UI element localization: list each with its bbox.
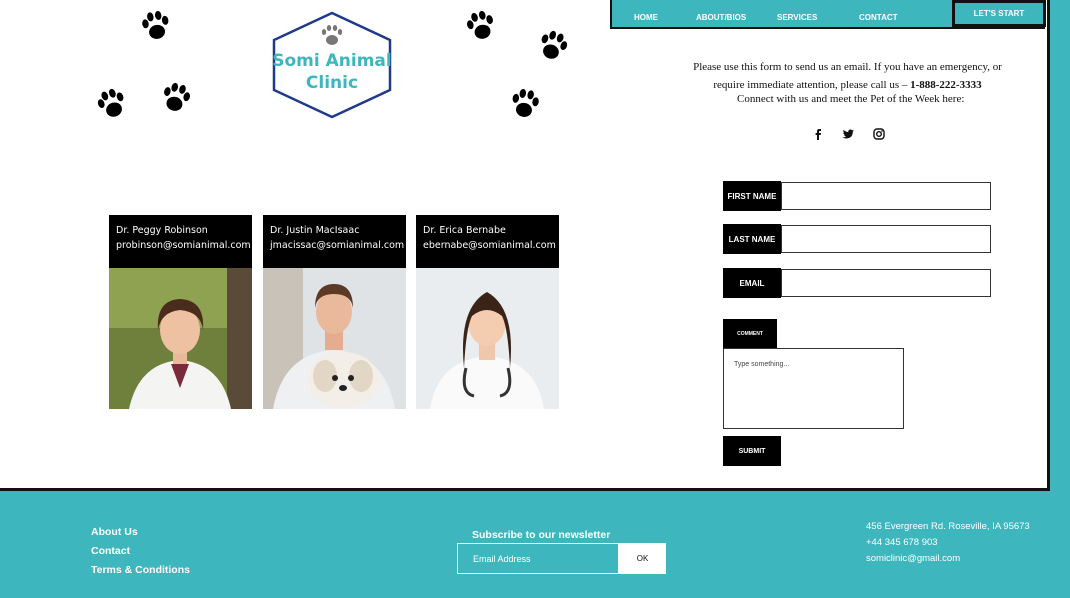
comment-textarea[interactable]: Type something...	[723, 348, 904, 429]
newsletter-ok-button[interactable]: OK	[619, 543, 666, 574]
logo-line-2: Clinic	[305, 73, 359, 93]
doctor-name: Dr. Peggy Robinson	[116, 225, 208, 236]
doctor-name: Dr. Justin MacIsaac	[270, 225, 360, 236]
doctor-card[interactable]: Dr. Peggy Robinson probinson@somianimal.…	[109, 215, 252, 409]
doctor-email: jmacissac@somianimal.com	[270, 240, 405, 251]
doctor-card-header: Dr. Erica Bernabe ebernabe@somianimal.co…	[416, 215, 559, 268]
paw-print-icon	[535, 28, 571, 64]
paw-print-icon	[463, 8, 499, 44]
paw-print-icon	[158, 80, 194, 116]
newsletter-email-input[interactable]: Email Address	[457, 543, 619, 574]
lets-start-button[interactable]: LET'S START	[952, 0, 1046, 27]
paw-print-icon	[507, 86, 543, 122]
last-name-input[interactable]	[781, 225, 991, 253]
emergency-phone: 1-888-222-3333	[910, 79, 982, 91]
intro-line-2: require immediate attention, please call…	[670, 76, 1025, 94]
footer-link-terms[interactable]: Terms & Conditions	[91, 561, 190, 580]
email-label: EMAIL	[723, 268, 781, 298]
connect-text: Connect with us and meet the Pet of the …	[737, 93, 965, 105]
footer-phone: +44 345 678 903	[866, 537, 938, 548]
facebook-icon[interactable]	[811, 127, 825, 141]
doctor-card[interactable]: Dr. Justin MacIsaac jmacissac@somianimal…	[263, 215, 406, 409]
nav-services[interactable]: SERVICES	[777, 13, 817, 22]
intro-line-2-text: require immediate attention, please call…	[713, 79, 908, 91]
doctor-card-header: Dr. Justin MacIsaac jmacissac@somianimal…	[263, 215, 406, 268]
logo-line-1: Somi Animal	[272, 51, 392, 71]
contact-intro: Please use this form to send us an email…	[670, 58, 1025, 94]
doctor-name: Dr. Erica Bernabe	[423, 225, 506, 236]
nav-contact[interactable]: CONTACT	[859, 13, 898, 22]
logo-text: Somi Animal Clinic	[270, 50, 394, 94]
paw-print-icon	[138, 8, 174, 44]
doctor-photo	[416, 268, 559, 409]
last-name-label: LAST NAME	[723, 224, 781, 254]
paw-print-icon	[94, 86, 130, 122]
nav-home[interactable]: HOME	[634, 13, 658, 22]
doctor-card-header: Dr. Peggy Robinson probinson@somianimal.…	[109, 215, 252, 268]
footer-email[interactable]: somiclinic@gmail.com	[866, 551, 1030, 567]
nav-about-bios[interactable]: ABOUT/BIOS	[696, 13, 746, 22]
intro-line-1: Please use this form to send us an email…	[693, 61, 1002, 73]
email-input[interactable]	[781, 269, 991, 297]
instagram-icon[interactable]	[872, 127, 886, 141]
footer-links: About Us Contact Terms & Conditions	[91, 523, 190, 580]
doctor-photo	[109, 268, 252, 409]
doctor-card[interactable]: Dr. Erica Bernabe ebernabe@somianimal.co…	[416, 215, 559, 409]
comment-label: COMMENT	[723, 319, 777, 348]
doctor-email: probinson@somianimal.com	[116, 240, 251, 251]
footer-link-about-us[interactable]: About Us	[91, 523, 190, 542]
newsletter-title: Subscribe to our newsletter	[472, 529, 611, 541]
first-name-input[interactable]	[781, 182, 991, 210]
footer-link-contact[interactable]: Contact	[91, 542, 190, 561]
doctor-photo	[263, 268, 406, 409]
first-name-label: FIRST NAME	[723, 181, 781, 211]
twitter-icon[interactable]	[841, 127, 855, 141]
footer-address: 456 Evergreen Rd. Roseville, IA 95673	[866, 521, 1030, 532]
submit-button[interactable]: SUBMIT	[723, 436, 781, 466]
footer-contact-info: 456 Evergreen Rd. Roseville, IA 95673 +4…	[866, 519, 1030, 567]
doctor-email: ebernabe@somianimal.com	[423, 240, 556, 251]
clinic-logo[interactable]: Somi Animal Clinic	[270, 10, 394, 120]
